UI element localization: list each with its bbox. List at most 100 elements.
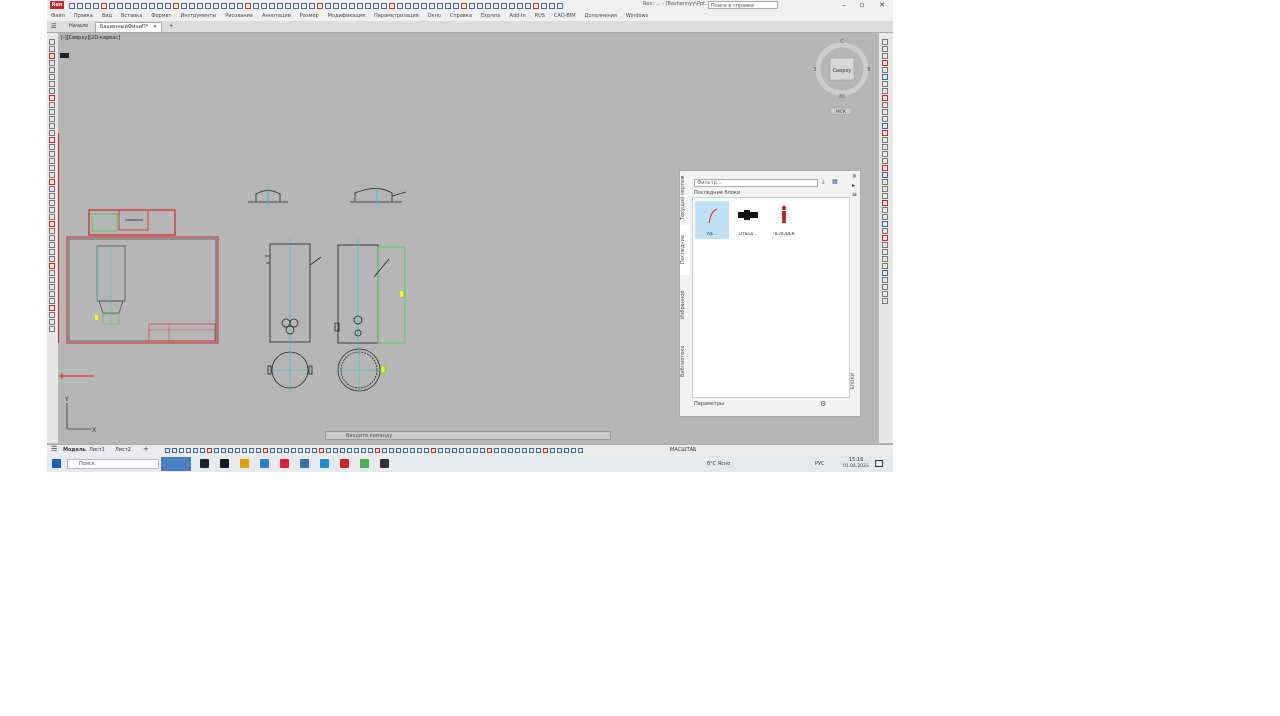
status-toggle-icon[interactable] <box>403 448 408 453</box>
toolbar-tool-icon[interactable] <box>77 2 83 9</box>
toolbar-tool-icon[interactable] <box>389 2 395 9</box>
modify-tool-icon[interactable] <box>882 109 888 115</box>
status-toggle-icon[interactable] <box>256 448 261 453</box>
status-toggle-icon[interactable] <box>557 448 562 453</box>
status-toggle-icon[interactable] <box>452 448 457 453</box>
drawing-sheet-left[interactable] <box>66 209 219 344</box>
toolbar-tool-icon[interactable] <box>261 2 267 9</box>
draw-tool-icon[interactable] <box>49 228 55 234</box>
modify-tool-icon[interactable] <box>882 151 888 157</box>
status-toggle-icon[interactable] <box>340 448 345 453</box>
tab-layout1[interactable]: Лист1 <box>89 447 105 453</box>
toolbar-tool-icon[interactable] <box>141 2 147 9</box>
toolbar-tool-icon[interactable] <box>269 2 275 9</box>
taskbar-app-icon[interactable] <box>360 459 369 468</box>
status-toggle-icon[interactable] <box>242 448 247 453</box>
draw-tool-icon[interactable] <box>49 53 55 59</box>
toolbar-tool-icon[interactable] <box>461 2 467 9</box>
toolbar-tool-icon[interactable] <box>381 2 387 9</box>
draw-tool-icon[interactable] <box>49 298 55 304</box>
scale-label[interactable]: МАСШТАБ <box>670 447 696 453</box>
taskbar-app-icon[interactable] <box>240 459 249 468</box>
taskbar-app-icon[interactable] <box>280 459 289 468</box>
notifications-icon[interactable] <box>875 460 883 467</box>
tabs-menu-icon[interactable]: ☰ <box>51 23 56 30</box>
modify-tool-icon[interactable] <box>882 88 888 94</box>
draw-tool-icon[interactable] <box>49 305 55 311</box>
draw-tool-icon[interactable] <box>49 284 55 290</box>
toolbar-tool-icon[interactable] <box>197 2 203 9</box>
taskbar-app-icon[interactable] <box>260 459 269 468</box>
toolbar-tool-icon[interactable] <box>157 2 163 9</box>
modify-tool-icon[interactable] <box>882 270 888 276</box>
close-button[interactable]: ✕ <box>875 0 889 11</box>
draw-tool-icon[interactable] <box>49 46 55 52</box>
modify-tool-icon[interactable] <box>882 95 888 101</box>
taskbar-widget-image[interactable] <box>161 457 191 471</box>
palette-menu-icon[interactable]: ≡ <box>852 191 857 198</box>
modify-tool-icon[interactable] <box>882 277 888 283</box>
taskbar-app-icon[interactable] <box>380 459 389 468</box>
menu-item[interactable]: Windows <box>626 13 648 19</box>
draw-tool-icon[interactable] <box>49 165 55 171</box>
menu-item[interactable]: Дополнения <box>585 13 617 19</box>
toolbar-tool-icon[interactable] <box>517 2 523 9</box>
modify-tool-icon[interactable] <box>882 200 888 206</box>
menu-item[interactable]: Формат <box>151 13 171 19</box>
status-toggle-icon[interactable] <box>284 448 289 453</box>
toolbar-tool-icon[interactable] <box>373 2 379 9</box>
menu-item[interactable]: Инструменты <box>180 13 216 19</box>
taskbar-app-icon[interactable] <box>220 459 229 468</box>
status-toggle-icon[interactable] <box>431 448 436 453</box>
draw-tool-icon[interactable] <box>49 319 55 325</box>
menu-item[interactable]: Параметризация <box>374 13 419 19</box>
modify-tool-icon[interactable] <box>882 165 888 171</box>
toolbar-tool-icon[interactable] <box>549 2 555 9</box>
draw-tool-icon[interactable] <box>49 158 55 164</box>
status-toggle-icon[interactable] <box>417 448 422 453</box>
tab-model[interactable]: Модель <box>63 447 86 453</box>
toolbar-tool-icon[interactable] <box>437 2 443 9</box>
toolbar-tool-icon[interactable] <box>205 2 211 9</box>
status-toggle-icon[interactable] <box>193 448 198 453</box>
menu-item[interactable]: Аннотации <box>262 13 291 19</box>
modify-tool-icon[interactable] <box>882 158 888 164</box>
menu-item[interactable]: Справка <box>450 13 472 19</box>
toolbar-tool-icon[interactable] <box>285 2 291 9</box>
palette-pin-icon[interactable]: ▸ <box>852 182 855 189</box>
toolbar-tool-icon[interactable] <box>245 2 251 9</box>
toolbar-tool-icon[interactable] <box>469 2 475 9</box>
tab-layout2[interactable]: Лист2 <box>115 447 131 453</box>
draw-tool-icon[interactable] <box>49 151 55 157</box>
status-toggle-icon[interactable] <box>333 448 338 453</box>
toolbar-tool-icon[interactable] <box>69 2 75 9</box>
modify-tool-icon[interactable] <box>882 249 888 255</box>
status-toggle-icon[interactable] <box>473 448 478 453</box>
draw-tool-icon[interactable] <box>49 81 55 87</box>
palette-tab-current[interactable]: Последние <box>680 225 690 275</box>
draw-tool-icon[interactable] <box>49 172 55 178</box>
status-toggle-icon[interactable] <box>347 448 352 453</box>
status-toggle-icon[interactable] <box>214 448 219 453</box>
status-toggle-icon[interactable] <box>228 448 233 453</box>
draw-tool-icon[interactable] <box>49 67 55 73</box>
status-toggle-icon[interactable] <box>578 448 583 453</box>
toolbar-tool-icon[interactable] <box>477 2 483 9</box>
start-button-icon[interactable] <box>52 459 61 468</box>
status-toggle-icon[interactable] <box>354 448 359 453</box>
draw-tool-icon[interactable] <box>49 200 55 206</box>
modify-tool-icon[interactable] <box>882 186 888 192</box>
toolbar-tool-icon[interactable] <box>429 2 435 9</box>
toolbar-tool-icon[interactable] <box>309 2 315 9</box>
palette-settings-icon[interactable]: ⚙ <box>820 400 826 408</box>
modify-tool-icon[interactable] <box>882 207 888 213</box>
draw-tool-icon[interactable] <box>49 249 55 255</box>
status-toggle-icon[interactable] <box>494 448 499 453</box>
draw-tool-icon[interactable] <box>49 207 55 213</box>
draw-tool-icon[interactable] <box>49 179 55 185</box>
toolbar-tool-icon[interactable] <box>541 2 547 9</box>
draw-tool-icon[interactable] <box>49 291 55 297</box>
modify-tool-icon[interactable] <box>882 291 888 297</box>
status-toggle-icon[interactable] <box>186 448 191 453</box>
modify-tool-icon[interactable] <box>882 214 888 220</box>
